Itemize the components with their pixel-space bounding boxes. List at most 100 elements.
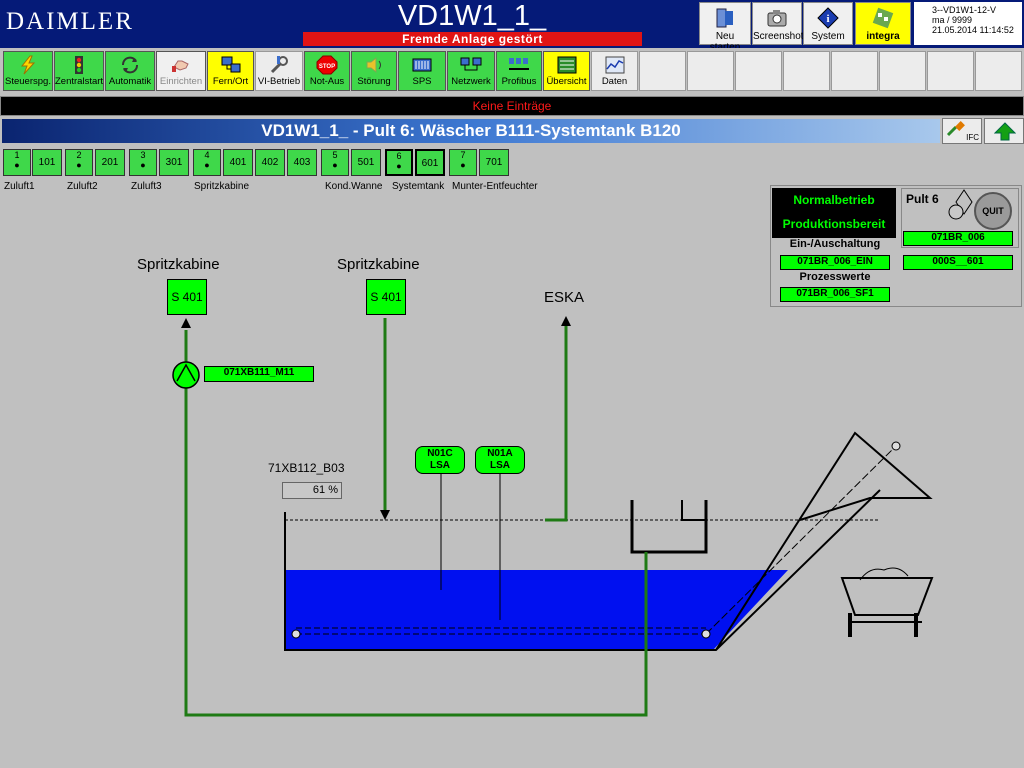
- unit-7-button[interactable]: 7 ●: [449, 149, 477, 176]
- ifc-label: IFC: [966, 133, 979, 142]
- tb-fern-ort-button[interactable]: Fern/Ort: [207, 51, 254, 91]
- tb-label: Fern/Ort: [212, 76, 249, 87]
- tb-empty-button[interactable]: [735, 51, 782, 91]
- system-info-icon: i: [817, 7, 839, 29]
- tb-daten-button[interactable]: Daten: [591, 51, 638, 91]
- system-label: System: [811, 31, 845, 42]
- unit-201-button[interactable]: 201: [95, 149, 125, 176]
- unit-4-button[interactable]: 4 ●: [193, 149, 221, 176]
- tb-empty-button[interactable]: [927, 51, 974, 91]
- pump-tag[interactable]: 071XB111_M11: [204, 366, 314, 382]
- tb-label: Netzwerk: [451, 76, 491, 87]
- restart-button[interactable]: Neu starten: [699, 2, 751, 53]
- tb-empty-button[interactable]: [783, 51, 830, 91]
- tb-empty-button[interactable]: [975, 51, 1022, 91]
- s401-box[interactable]: S 401: [167, 279, 207, 315]
- unit-402-button[interactable]: 402: [255, 149, 285, 176]
- tb-empty-button[interactable]: [687, 51, 734, 91]
- tb-profibus-button[interactable]: Profibus: [496, 51, 542, 91]
- spritzkabine-label: Spritzkabine: [137, 256, 220, 273]
- hand-icon: [172, 60, 189, 72]
- integra-button[interactable]: integra: [855, 2, 911, 45]
- unit-501-button[interactable]: 501: [351, 149, 381, 176]
- unit-401-button[interactable]: 401: [223, 149, 253, 176]
- tb-empty-button[interactable]: [831, 51, 878, 91]
- unit-cloud-icon: ●: [204, 160, 210, 170]
- unit-num: 7: [460, 150, 466, 160]
- tb-automatik-button[interactable]: Automatik: [105, 51, 155, 91]
- unit-1-button[interactable]: 1 ●: [3, 149, 31, 176]
- sensor-type: LSA: [490, 460, 510, 471]
- s401-box[interactable]: S 401: [366, 279, 406, 315]
- eska-pipe: [545, 326, 568, 522]
- tb-label: Übersicht: [546, 76, 587, 87]
- data-chart-icon: [605, 56, 624, 74]
- screenshot-button[interactable]: Screenshot: [752, 2, 804, 45]
- tb-label: Automatik: [108, 76, 152, 87]
- eska-label: ESKA: [544, 289, 585, 306]
- return-pipe: [184, 330, 648, 717]
- tb-stoerung-button[interactable]: Störung: [351, 51, 397, 91]
- tb-label: VI-Betrieb: [257, 76, 301, 87]
- sensor-n01c[interactable]: N01C LSA: [415, 446, 465, 474]
- tb-label: Profibus: [501, 76, 537, 87]
- unit-701-button[interactable]: 701: [479, 149, 509, 176]
- network-icon: [460, 57, 482, 71]
- level-up-button[interactable]: [984, 118, 1024, 144]
- tb-uebersicht-button[interactable]: Übersicht: [543, 51, 590, 91]
- alarm-banner[interactable]: Fremde Anlage gestört: [303, 32, 642, 46]
- unit-cloud-icon: ●: [140, 160, 146, 170]
- stop-icon: STOP: [316, 55, 338, 75]
- conveyor-belt: [705, 445, 897, 635]
- overview-icon: [557, 56, 576, 74]
- unit-301-button[interactable]: 301: [159, 149, 189, 176]
- remote-local-icon: [221, 56, 240, 73]
- tb-label: Einrichten: [159, 76, 203, 87]
- unit-403-button[interactable]: 403: [287, 149, 317, 176]
- flow-arrow-icon: [561, 316, 571, 326]
- tb-zentralstart-button[interactable]: Zentralstart: [54, 51, 104, 91]
- station-info: 3--VD1W1-12-V ma / 9999 21.05.2014 11:14…: [914, 2, 1022, 45]
- title-bar: DAIMLER VD1W1_1_ Fremde Anlage gestört N…: [0, 0, 1024, 53]
- flow-arrow-icon: [181, 318, 191, 328]
- unit-num: 3: [140, 150, 146, 160]
- sensor-id: N01C: [427, 448, 453, 459]
- lightning-icon: [20, 55, 36, 75]
- tb-netzwerk-button[interactable]: Netzwerk: [447, 51, 495, 91]
- unit-6-button[interactable]: 6 ●: [385, 149, 413, 176]
- datetime: 21.05.2014 11:14:52: [932, 25, 1014, 35]
- roller: [291, 629, 301, 639]
- sensor-type: LSA: [430, 460, 450, 471]
- unit-3-button[interactable]: 3 ●: [129, 149, 157, 176]
- tb-steuerspg-button[interactable]: Steuerspg.: [3, 51, 53, 91]
- tb-vi-betrieb-button[interactable]: VI-Betrieb: [255, 51, 303, 91]
- level-tag: 71XB112_B03: [268, 461, 345, 475]
- wrench-icon: [270, 56, 288, 74]
- tb-label: Zentralstart: [55, 76, 104, 87]
- profibus-icon: [509, 58, 529, 70]
- pump-icon[interactable]: [171, 360, 201, 390]
- unit-2-button[interactable]: 2 ●: [65, 149, 93, 176]
- unit-5-button[interactable]: 5 ●: [321, 149, 349, 176]
- screenshot-label: Screenshot: [753, 31, 804, 42]
- unit-num: 6: [396, 151, 402, 161]
- unit-cloud-icon: ●: [14, 160, 20, 170]
- quit-button[interactable]: QUIT: [974, 192, 1012, 230]
- tb-empty-button[interactable]: [639, 51, 686, 91]
- tb-not-aus-button[interactable]: STOP Not-Aus: [304, 51, 350, 91]
- sensor-n01a[interactable]: N01A LSA: [475, 446, 525, 474]
- message-bar[interactable]: Keine Einträge: [0, 96, 1024, 116]
- tb-einrichten-button[interactable]: Einrichten: [156, 51, 206, 91]
- unit-601-button[interactable]: 601: [415, 149, 445, 176]
- tb-label: Steuerspg.: [5, 76, 51, 87]
- system-button[interactable]: i System: [803, 2, 853, 45]
- unit-cloud-icon: ●: [332, 160, 338, 170]
- ifc-button[interactable]: IFC: [942, 118, 982, 144]
- svg-text:i: i: [826, 13, 829, 25]
- level-value[interactable]: 61 %: [282, 482, 342, 499]
- unit-101-button[interactable]: 101: [32, 149, 62, 176]
- traffic-light-icon: [75, 56, 83, 74]
- tb-empty-button[interactable]: [879, 51, 926, 91]
- tb-sps-button[interactable]: SPS: [398, 51, 446, 91]
- unit-num: 4: [204, 150, 210, 160]
